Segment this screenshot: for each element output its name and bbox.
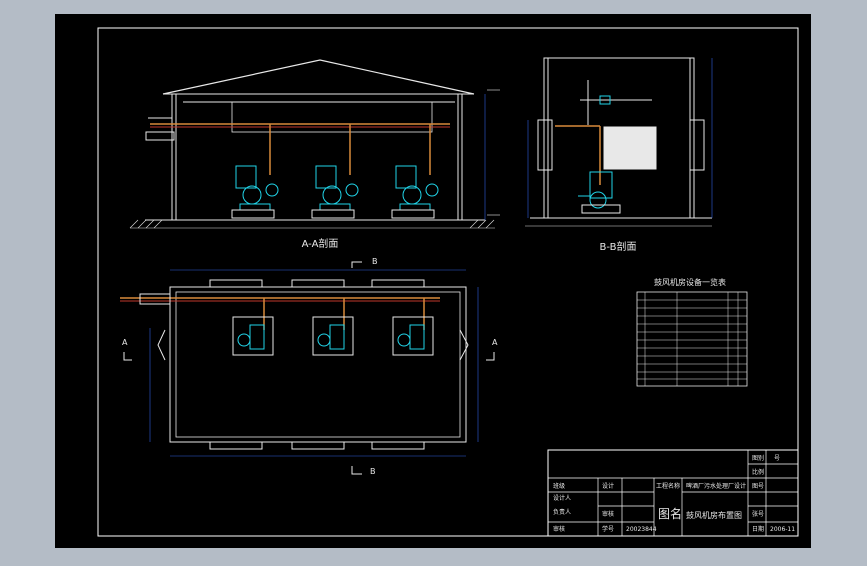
bb-air-duct xyxy=(603,126,657,170)
title-sheet-label: 张号 xyxy=(752,510,764,518)
plan-mark-a-right-label: A xyxy=(492,338,498,347)
title-left-3: 负责人 xyxy=(553,508,571,516)
cad-viewport: A-A剖面 B-B剖面 B B A A 鼓风机房设备一览表 图别 号 比例 班级… xyxy=(0,0,867,562)
title-date-label: 日期 xyxy=(752,525,764,533)
title-left-4: 审核 xyxy=(553,525,565,533)
drawing-canvas: A-A剖面 B-B剖面 B B A A 鼓风机房设备一览表 图别 号 比例 班级… xyxy=(55,14,811,548)
title-scale-label: 比例 xyxy=(752,468,764,476)
title-drawing-no-label: 图号 xyxy=(752,483,764,490)
title-project-name: 啤酒厂污水处理厂设计 xyxy=(686,482,746,490)
equipment-table-title: 鼓风机房设备一览表 xyxy=(654,277,726,287)
title-design: 设计 xyxy=(602,482,614,490)
title-drawing-name-label: 图名 xyxy=(658,506,682,521)
title-row1-b: 号 xyxy=(774,455,780,462)
title-left-2: 设计人 xyxy=(553,494,571,502)
title-date: 2006-11 xyxy=(770,526,795,533)
plan-mark-b-bottom-label: B xyxy=(370,467,376,476)
section-aa-label: A-A剖面 xyxy=(302,237,339,250)
title-left-1: 班级 xyxy=(553,482,565,490)
title-project-label: 工程名称 xyxy=(656,482,680,490)
title-drawing-name: 鼓风机房布置图 xyxy=(686,510,742,520)
plan-mark-b-top-label: B xyxy=(372,257,378,266)
section-bb-label: B-B剖面 xyxy=(600,240,637,253)
title-student-no-label: 学号 xyxy=(602,525,614,533)
title-student-no: 20023844 xyxy=(626,526,657,533)
plan-mark-a-left-label: A xyxy=(122,338,128,347)
title-row1-a: 图别 xyxy=(752,454,764,462)
title-checker: 审核 xyxy=(602,510,614,518)
